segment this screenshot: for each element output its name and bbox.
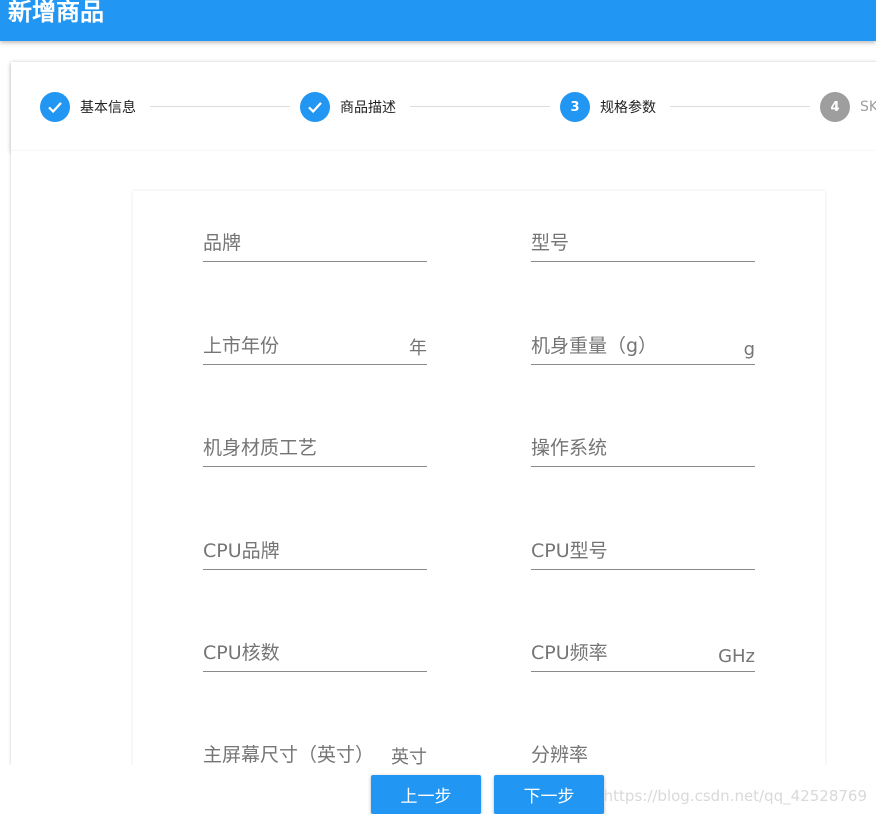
cpu-cores-field[interactable]: CPU核数 — [203, 631, 427, 672]
step-label: 基本信息 — [80, 100, 136, 116]
cpu-frequency-field[interactable]: CPU频率 GHz — [531, 631, 755, 672]
step-label: 规格参数 — [600, 100, 656, 116]
field-label: 主屏幕尺寸（英寸） — [203, 744, 375, 766]
field-label: 机身重量（g） — [531, 335, 658, 357]
step-sku[interactable]: 4 SK — [820, 92, 876, 122]
step-description[interactable]: 商品描述 — [300, 92, 396, 122]
step-number: 3 — [560, 92, 590, 122]
step-connector — [410, 106, 550, 107]
step-spec-params[interactable]: 3 规格参数 — [560, 92, 656, 122]
spec-form: 品牌 型号 上市年份 年 机身重量（g） g 机身材质工艺 操作系统 CPU品牌… — [133, 191, 825, 791]
action-bar: 上一步 下一步 https://blog.csdn.net/qq_4252876… — [0, 765, 876, 814]
check-icon — [300, 92, 330, 122]
model-field[interactable]: 型号 — [531, 221, 755, 262]
field-suffix: 年 — [409, 338, 427, 359]
cpu-model-field[interactable]: CPU型号 — [531, 529, 755, 570]
os-field[interactable]: 操作系统 — [531, 426, 755, 467]
watermark: https://blog.csdn.net/qq_42528769 — [603, 787, 867, 805]
stepper: 基本信息 商品描述 3 规格参数 4 SK — [11, 62, 876, 151]
step-connector — [670, 106, 810, 107]
field-suffix: g — [743, 339, 755, 360]
brand-field[interactable]: 品牌 — [203, 221, 427, 262]
body-material-field[interactable]: 机身材质工艺 — [203, 426, 427, 467]
step-label: 商品描述 — [340, 100, 396, 116]
field-label: 机身材质工艺 — [203, 437, 318, 459]
step-basic-info[interactable]: 基本信息 — [40, 92, 136, 122]
step-label: SK — [860, 99, 876, 115]
prev-step-button[interactable]: 上一步 — [371, 775, 481, 814]
step-number: 4 — [820, 92, 850, 122]
page-title: 新增商品 — [8, 0, 104, 26]
check-icon — [40, 92, 70, 122]
weight-field[interactable]: 机身重量（g） g — [531, 324, 755, 365]
field-label: 型号 — [531, 232, 570, 254]
step-connector — [150, 106, 290, 107]
release-year-field[interactable]: 上市年份 年 — [203, 324, 427, 365]
cpu-brand-field[interactable]: CPU品牌 — [203, 529, 427, 570]
field-label: CPU品牌 — [203, 540, 280, 562]
field-label: 操作系统 — [531, 437, 608, 459]
app-header: 新增商品 — [0, 0, 876, 41]
field-label: CPU频率 — [531, 642, 608, 664]
next-step-button[interactable]: 下一步 — [494, 775, 604, 814]
field-label: CPU核数 — [203, 642, 280, 664]
field-suffix: GHz — [718, 646, 755, 667]
field-label: CPU型号 — [531, 540, 608, 562]
field-label: 上市年份 — [203, 335, 280, 357]
field-label: 分辨率 — [531, 744, 589, 766]
field-label: 品牌 — [203, 232, 242, 254]
